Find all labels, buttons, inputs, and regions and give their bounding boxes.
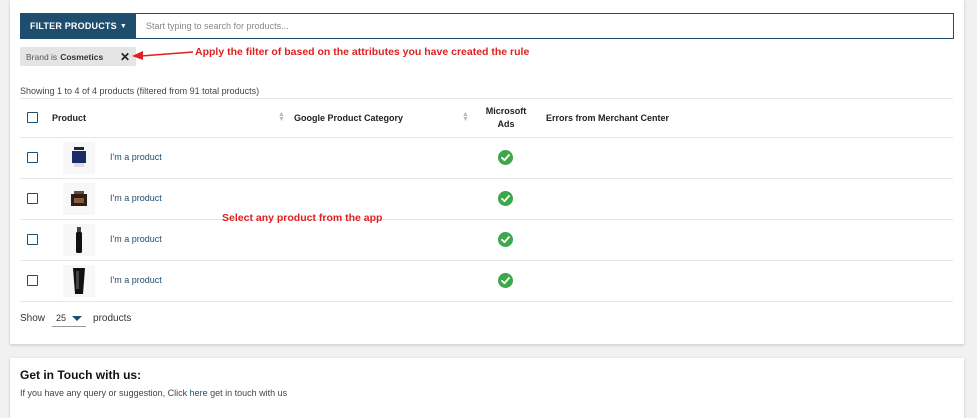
product-link[interactable]: I'm a product <box>110 152 162 162</box>
contact-link[interactable]: here <box>190 388 208 398</box>
approved-check-icon <box>498 273 513 288</box>
table-row: I'm a product <box>20 138 953 179</box>
contact-text: If you have any query or suggestion, Cli… <box>20 388 287 398</box>
products-table: Product ▲ ▼ Google Product Category ▲ ▼ Mi… <box>20 98 953 302</box>
page-size-control: Show 25 products <box>20 310 131 327</box>
header-microsoft-ads[interactable]: Microsoft Ads <box>484 99 528 137</box>
active-filter-chip: Brand is Cosmetics ✕ <box>20 47 136 66</box>
product-link[interactable]: I'm a product <box>110 234 162 244</box>
header-errors: Errors from Merchant Center <box>546 113 670 123</box>
select-all-checkbox[interactable] <box>27 112 38 123</box>
contact-text-before: If you have any query or suggestion, Cli… <box>20 388 190 398</box>
products-panel: FILTER PRODUCTS ▼ Brand is Cosmetics ✕ A… <box>10 0 964 344</box>
approved-check-icon <box>498 191 513 206</box>
chip-prefix: Brand is <box>26 51 58 62</box>
header-microsoft-ads-line1: Microsoft <box>485 106 527 116</box>
results-summary: Showing 1 to 4 of 4 products (filtered f… <box>20 86 260 96</box>
products-label: products <box>93 313 132 324</box>
red-arrow-icon <box>132 51 194 60</box>
header-google-category[interactable]: Google Product Category <box>294 99 403 137</box>
row-checkbox[interactable] <box>27 234 38 245</box>
filter-bar: FILTER PRODUCTS ▼ <box>20 13 954 39</box>
table-row: I'm a product <box>20 179 953 220</box>
table-row: I'm a product <box>20 220 953 261</box>
product-link[interactable]: I'm a product <box>110 275 162 285</box>
product-thumbnail[interactable] <box>63 224 95 256</box>
product-search-input[interactable] <box>136 14 953 38</box>
contact-title: Get in Touch with us: <box>20 368 142 382</box>
table-row: I'm a product <box>20 261 953 302</box>
caret-down-icon: ▼ <box>119 22 127 30</box>
sort-product-icon[interactable]: ▲ ▼ <box>278 111 285 123</box>
approved-check-icon <box>498 232 513 247</box>
page-size-select[interactable]: 25 <box>52 310 87 327</box>
contact-panel: Get in Touch with us: If you have any qu… <box>10 358 964 418</box>
dropdown-arrow-icon <box>72 315 83 321</box>
select-annotation: Select any product from the app <box>222 212 383 224</box>
row-checkbox[interactable] <box>27 152 38 163</box>
page-size-value: 25 <box>56 313 67 323</box>
chip-value: Cosmetics <box>60 51 104 62</box>
approved-check-icon <box>498 150 513 165</box>
header-microsoft-ads-line2: Ads <box>497 119 515 129</box>
product-thumbnail[interactable] <box>63 142 95 174</box>
filter-products-button[interactable]: FILTER PRODUCTS ▼ <box>21 14 136 38</box>
product-thumbnail[interactable] <box>63 183 95 215</box>
product-link[interactable]: I'm a product <box>110 193 162 203</box>
sort-google-category-icon[interactable]: ▲ ▼ <box>462 111 469 123</box>
filter-products-label: FILTER PRODUCTS <box>30 21 117 31</box>
filter-annotation: Apply the filter of based on the attribu… <box>195 46 530 58</box>
table-header-row: Product ▲ ▼ Google Product Category ▲ ▼ Mi… <box>20 98 953 138</box>
show-label: Show <box>20 313 46 324</box>
product-thumbnail[interactable] <box>63 265 95 297</box>
contact-text-after: get in touch with us <box>207 388 288 398</box>
row-checkbox[interactable] <box>27 193 38 204</box>
header-product[interactable]: Product <box>52 99 86 137</box>
row-checkbox[interactable] <box>27 275 38 286</box>
